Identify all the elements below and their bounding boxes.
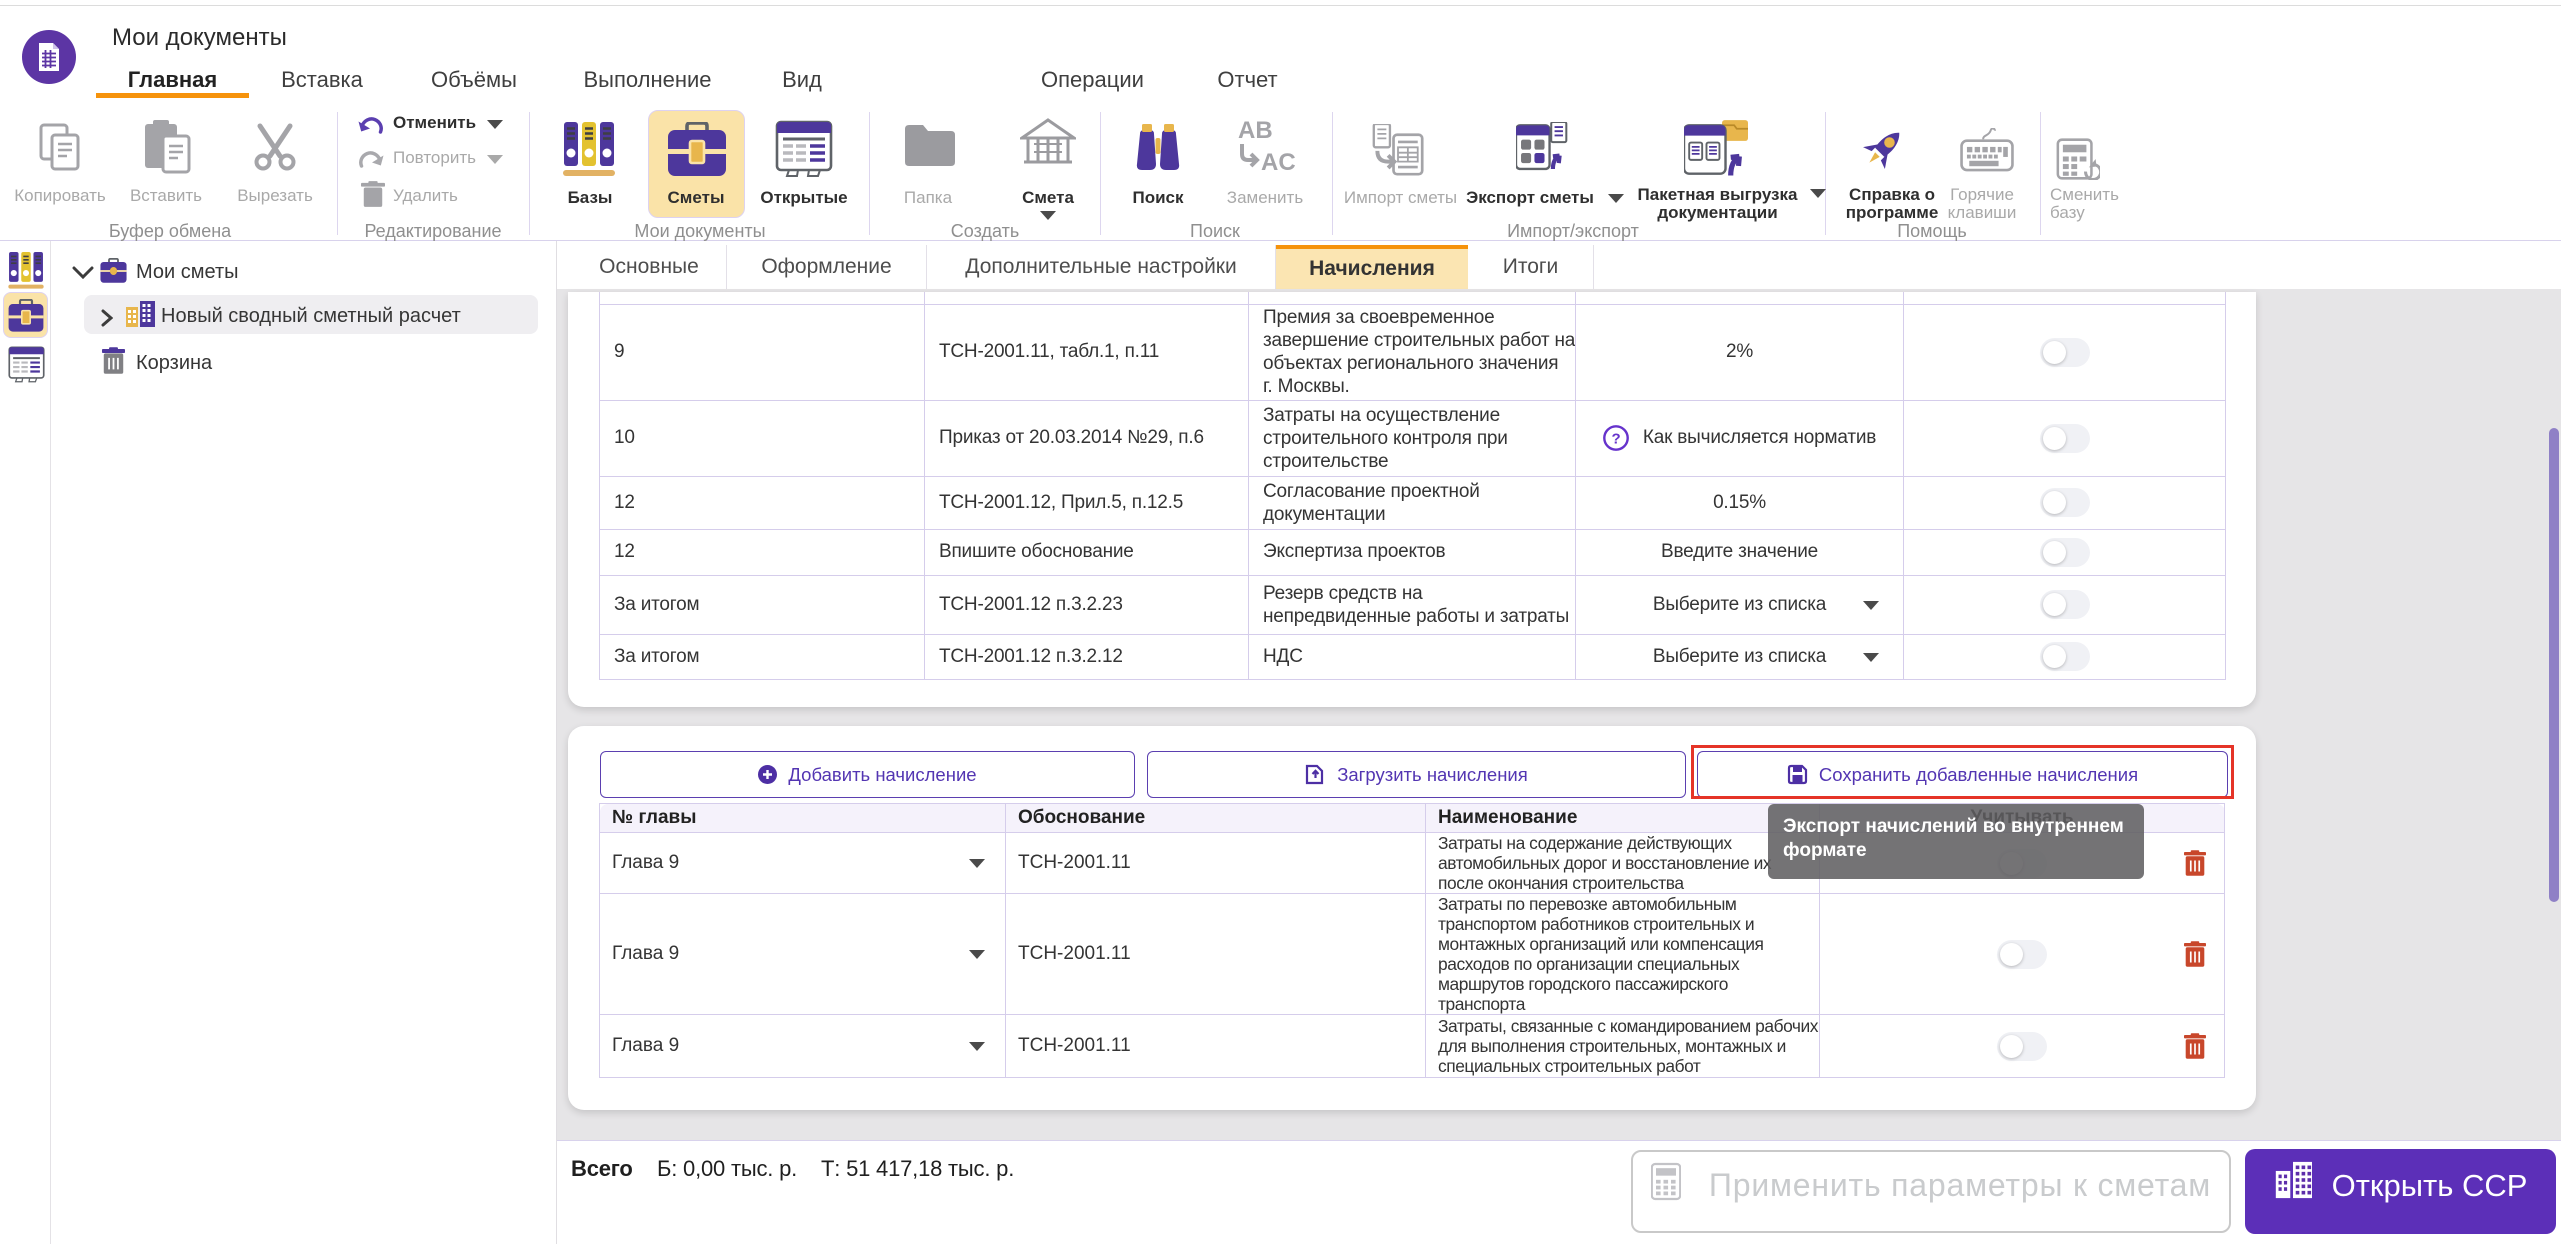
- svg-text:AC: AC: [1261, 149, 1296, 176]
- svg-text:AB: AB: [1238, 118, 1273, 144]
- svg-text:?: ?: [1611, 431, 1620, 448]
